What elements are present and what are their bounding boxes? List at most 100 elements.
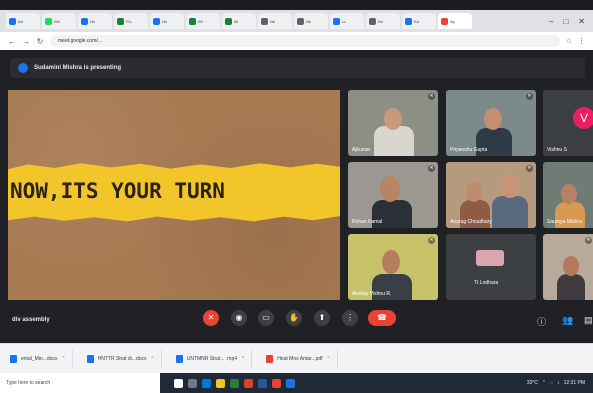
volume-icon[interactable]: ♪ <box>557 380 560 386</box>
mic-button[interactable]: ✕ <box>203 310 219 326</box>
task-view-icon[interactable] <box>188 378 197 388</box>
browser-tab-active[interactable]: Ap <box>438 13 472 29</box>
taskbar-search[interactable]: Type here to search <box>0 373 160 393</box>
camera-button[interactable]: ◉ <box>231 310 247 326</box>
chevron-up-icon[interactable]: ⌃ <box>327 356 331 362</box>
person-face <box>561 184 577 204</box>
chevron-up-icon[interactable]: ⌃ <box>151 356 155 362</box>
word-icon[interactable] <box>258 378 267 388</box>
browser-tab[interactable]: Wh <box>42 13 76 29</box>
raise-hand-button[interactable]: ✋ <box>286 310 302 326</box>
close-icon[interactable]: ✕ <box>578 17 585 26</box>
url-field[interactable]: meet.google.com/... <box>50 35 560 47</box>
participant-tile[interactable]: ✕ Akshay Vishnu R. <box>348 234 438 300</box>
download-item[interactable]: ental_Min...docx ⌃ <box>4 349 73 368</box>
participant-tile[interactable]: Saumya Mishra <box>543 162 593 228</box>
participant-name: Ajkumar <box>352 147 371 153</box>
clock-text[interactable]: 12:31 PM <box>564 380 585 386</box>
more-options-button[interactable]: ⋮ <box>342 310 358 326</box>
tab-label: Re <box>378 18 384 24</box>
tab-label: Wi <box>198 18 203 24</box>
browser-tab[interactable]: Lo <box>330 13 364 29</box>
people-icon[interactable]: 👥 <box>562 315 573 326</box>
info-icon[interactable]: ⓘ <box>537 315 546 328</box>
mic-off-icon: ✕ <box>428 93 435 100</box>
participant-tile[interactable]: Tt Lodhara <box>446 234 536 300</box>
edge-icon[interactable] <box>202 378 211 388</box>
chrome-icon[interactable] <box>272 378 281 388</box>
browser-tab[interactable]: Mi <box>222 13 256 29</box>
browser-tab[interactable]: Ne <box>258 13 292 29</box>
person-body <box>374 126 414 156</box>
file-explorer-icon[interactable] <box>216 378 225 388</box>
person-face <box>380 176 400 202</box>
screenshot-frame: Ad Wh Ho Flo Ho Wi Mi Ne Ne Lo Re Ed Ap … <box>0 0 593 393</box>
back-icon[interactable]: ← <box>8 37 16 46</box>
mic-off-icon: ✕ <box>428 237 435 244</box>
participant-tile[interactable]: ✕ <box>543 234 593 300</box>
menu-icon[interactable]: ⋮ <box>578 37 585 45</box>
mic-off-icon: ✕ <box>526 93 533 100</box>
maximize-icon[interactable]: □ <box>563 17 568 26</box>
file-icon <box>175 354 183 363</box>
network-icon[interactable]: ◌ <box>550 380 553 386</box>
browser-tab[interactable]: Ho <box>78 13 112 29</box>
participant-tile[interactable]: ✕ Priyanshu Gupta <box>446 90 536 156</box>
browser-tab[interactable]: Ho <box>150 13 184 29</box>
app-icon[interactable] <box>286 378 295 388</box>
download-item[interactable]: HNTTR Strat di...docx ⌃ <box>81 349 162 368</box>
tab-label: Ad <box>18 18 23 24</box>
address-bar: ← → ↻ meet.google.com/... ☆ ⋮ <box>0 32 593 50</box>
participant-tile[interactable]: V Vishnu S <box>543 90 593 156</box>
tab-favicon <box>369 17 376 25</box>
participant-tile[interactable]: ✕ Anurag Choudhary <box>446 162 536 228</box>
chevron-up-icon[interactable]: ⌃ <box>61 356 65 362</box>
tab-label: Ne <box>270 18 276 24</box>
tab-label: Ne <box>306 18 312 24</box>
reload-icon[interactable]: ↻ <box>36 37 44 46</box>
excel-icon[interactable] <box>230 378 239 388</box>
weather-text[interactable]: 33°C <box>527 380 538 386</box>
system-tray: 33°C ⌃ ◌ ♪ 12:31 PM <box>527 380 593 386</box>
browser-tab[interactable]: Flo <box>114 13 148 29</box>
participant-tile[interactable]: ✕ Ajkumar <box>348 90 438 156</box>
tab-favicon <box>333 17 340 25</box>
participant-name: Tt Lodhara <box>474 280 499 286</box>
browser-tab[interactable]: Ad <box>6 13 40 29</box>
leave-call-button[interactable]: ☎ <box>368 310 396 326</box>
powerpoint-icon[interactable] <box>244 378 253 388</box>
tab-favicon <box>189 17 196 25</box>
shared-screen: NOW,ITS YOUR TURN <box>8 90 340 300</box>
browser-tab[interactable]: Wi <box>186 13 220 29</box>
participant-tile[interactable]: ✕ Rohan Kamal <box>348 162 438 228</box>
presenting-text: Sudamini Mishra is presenting <box>34 65 122 71</box>
present-button[interactable]: ⬆ <box>314 310 330 326</box>
tab-label: Mi <box>234 18 239 24</box>
browser-tab[interactable]: Ed <box>402 13 436 29</box>
person-face <box>382 250 400 274</box>
windows-taskbar: Type here to search 33°C ⌃ ◌ ♪ 12:31 PM <box>0 373 593 393</box>
browser-tab-strip: Ad Wh Ho Flo Ho Wi Mi Ne Ne Lo Re Ed Ap … <box>0 10 593 32</box>
chat-icon[interactable]: ▤ <box>584 315 593 326</box>
browser-tab[interactable]: Ne <box>294 13 328 29</box>
start-icon[interactable] <box>174 378 183 388</box>
download-item[interactable]: UNTMNR Strat... .mp4 ⌃ <box>170 349 253 368</box>
tab-favicon <box>225 17 232 25</box>
download-label: HNTTR Strat di...docx <box>97 355 147 362</box>
slide-headline: NOW,ITS YOUR TURN <box>10 179 225 203</box>
tab-favicon <box>45 17 52 25</box>
star-icon[interactable]: ☆ <box>566 37 572 45</box>
browser-tab[interactable]: Re <box>366 13 400 29</box>
download-item[interactable]: Heat Mos Antar...pdf ⌃ <box>260 349 338 368</box>
chevron-up-icon[interactable]: ⌃ <box>542 380 546 386</box>
tab-favicon <box>261 17 268 25</box>
participant-name: Saumya Mishra <box>547 219 582 225</box>
person-body <box>557 274 585 300</box>
meeting-controls-bar: div assembly ✕ ◉ ▭ ✋ ⬆ ⋮ ☎ ⓘ 👥 ▤ <box>0 300 593 343</box>
captions-button[interactable]: ▭ <box>258 310 274 326</box>
tab-favicon <box>297 17 304 25</box>
presenting-banner: Sudamini Mishra is presenting <box>10 58 585 78</box>
forward-icon[interactable]: → <box>22 37 30 46</box>
minimize-icon[interactable]: – <box>549 17 553 26</box>
chevron-up-icon[interactable]: ⌃ <box>241 356 245 362</box>
